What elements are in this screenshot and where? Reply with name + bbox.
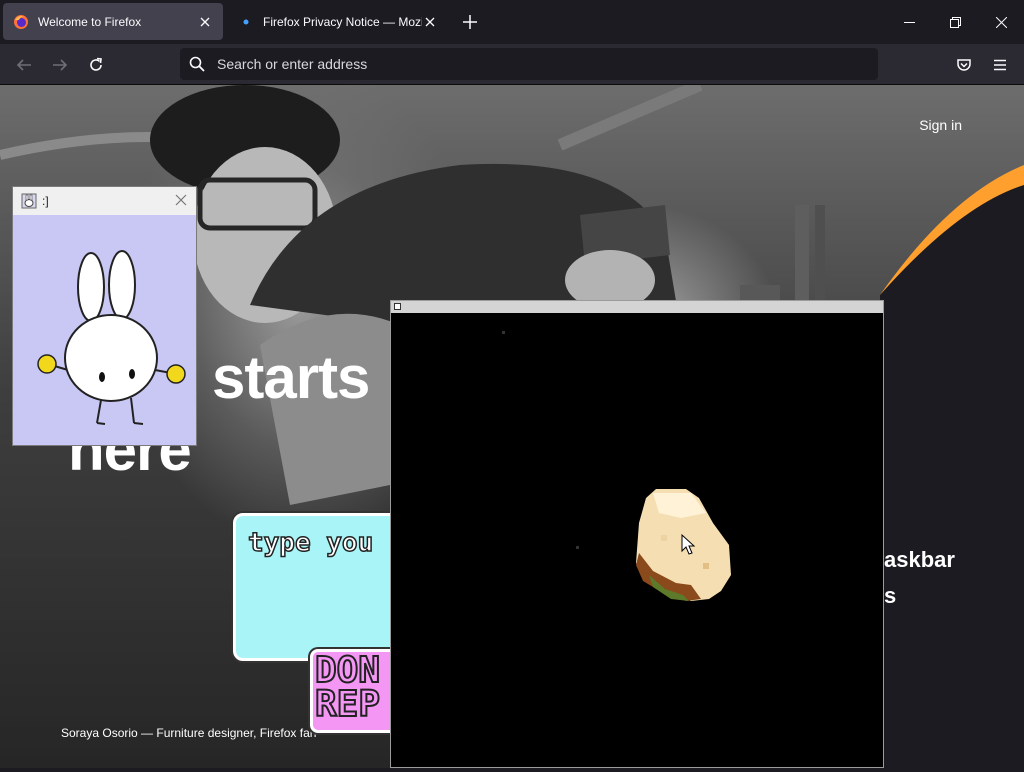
app-menu-button[interactable] [987,52,1013,78]
plus-icon [463,15,477,29]
forward-arrow-icon [53,59,68,71]
restore-button[interactable] [932,6,978,38]
tab-strip: Welcome to Firefox Firefox Privacy Notic… [0,0,1024,44]
close-icon [995,16,1007,28]
bunny-window-titlebar[interactable]: :] [13,187,196,215]
tab-privacy-notice[interactable]: Firefox Privacy Notice — Mozilla [228,3,448,40]
bunny-app-icon [21,193,37,209]
headline-line1: starts [212,344,370,411]
forward-button[interactable] [47,52,73,78]
pocket-icon [957,59,971,71]
mozilla-icon [243,19,249,24]
restore-icon [949,16,961,28]
done-reply-button[interactable]: DON REP [310,649,400,733]
photo-caption: Soraya Osorio — Furniture designer, Fire… [61,726,317,740]
taskbar-text-2: s [884,583,897,608]
new-tab-button[interactable] [458,10,482,34]
search-icon [189,56,205,72]
reload-icon [90,57,102,71]
minimize-button[interactable] [886,6,932,38]
address-bar[interactable] [180,48,878,80]
close-tab-icon[interactable] [422,14,438,30]
pet-window[interactable] [390,300,884,768]
tab-title: Firefox Privacy Notice — Mozilla [263,14,422,29]
tab-title: Welcome to Firefox [38,14,142,29]
taskbar-text: askbar [884,547,955,572]
bubble-text: type you [247,527,374,559]
bunny-popup-window[interactable]: :] [12,186,197,446]
close-icon[interactable] [174,193,188,207]
close-window-button[interactable] [978,6,1024,38]
back-arrow-icon [16,59,31,71]
hamburger-menu-icon [994,59,1006,71]
pocket-button[interactable] [951,52,977,78]
firefox-logo-icon [14,14,28,29]
reload-button[interactable] [83,52,109,78]
window-menu-icon[interactable] [394,303,401,310]
back-button[interactable] [11,52,37,78]
close-tab-icon[interactable] [197,14,213,30]
pet-window-titlebar[interactable] [391,301,883,313]
done-reply-label: DON REP [314,650,381,725]
bunny-character [37,250,186,425]
address-input[interactable] [215,55,819,73]
speech-bubble[interactable]: type you [233,513,408,661]
tab-welcome-to-firefox[interactable]: Welcome to Firefox [3,3,223,40]
navigation-toolbar [0,44,1024,85]
sign-in-link[interactable]: Sign in [919,117,962,133]
pet-canvas [502,331,731,601]
minimize-icon [903,21,915,23]
bunny-window-title: :] [42,194,49,208]
